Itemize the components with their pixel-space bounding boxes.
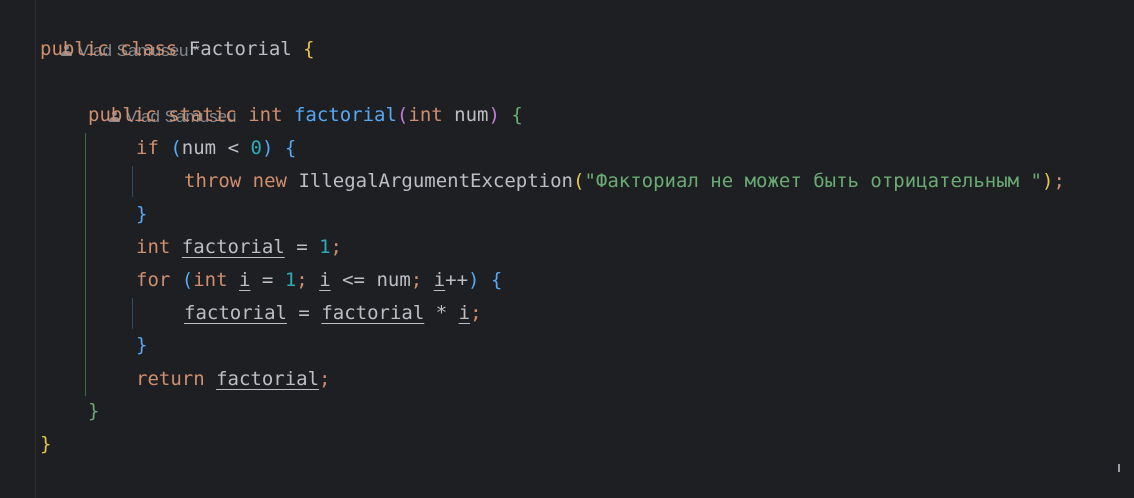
operator: =	[298, 302, 310, 324]
operator: <	[227, 137, 240, 159]
semicolon: ;	[296, 269, 308, 291]
paren: (	[572, 170, 585, 192]
code-line-2[interactable]: public static int factorial(int num) {	[88, 99, 523, 132]
code-line-6[interactable]: int factorial = 1;	[136, 231, 342, 264]
variable[interactable]: i	[319, 269, 330, 291]
operator: ++	[445, 269, 469, 291]
brace: {	[490, 269, 503, 291]
string-literal: "Факториал не может быть отрицательным "	[584, 170, 1042, 192]
operator: *	[435, 302, 448, 324]
number-literal: 1	[284, 269, 297, 291]
keyword: int	[193, 269, 228, 291]
keyword: static	[168, 104, 237, 126]
code-line-11[interactable]: }	[88, 395, 99, 428]
author-inlay-class[interactable]: Vlad Samuseu *	[42, 1, 200, 60]
operator: =	[261, 269, 274, 291]
code-line-5[interactable]: }	[136, 198, 147, 231]
semicolon: ;	[410, 269, 423, 291]
paren: (	[181, 269, 194, 291]
code-line-10[interactable]: return factorial;	[136, 363, 331, 396]
operator: <=	[342, 269, 365, 291]
keyword: new	[252, 170, 287, 192]
variable[interactable]: i	[239, 269, 250, 291]
brace: }	[136, 203, 148, 225]
code-line-9[interactable]: }	[136, 329, 147, 362]
paren: (	[396, 104, 409, 126]
semicolon: ;	[319, 368, 331, 390]
indent-guide	[132, 166, 133, 197]
parameter[interactable]: num	[376, 269, 410, 291]
operator: =	[296, 236, 308, 258]
code-line-3[interactable]: if (num < 0) {	[136, 132, 296, 165]
code-line-8[interactable]: factorial = factorial * i;	[184, 297, 482, 330]
semicolon: ;	[1053, 170, 1065, 192]
scrollbar-marker[interactable]	[1118, 464, 1120, 472]
semicolon: ;	[470, 302, 482, 324]
code-line-4[interactable]: throw new IllegalArgumentException("Факт…	[184, 165, 1065, 198]
keyword: public	[40, 38, 109, 60]
code-editor[interactable]: Vlad Samuseu * public class Factorial { …	[0, 0, 1134, 498]
keyword: int	[136, 236, 171, 258]
class-reference[interactable]: IllegalArgumentException	[298, 170, 573, 192]
paren: )	[488, 104, 500, 126]
class-name[interactable]: Factorial	[189, 38, 292, 60]
indent-guide	[132, 298, 133, 329]
paren: (	[170, 137, 182, 159]
brace: {	[303, 38, 315, 60]
gutter-divider	[35, 0, 36, 498]
brace: {	[284, 137, 297, 159]
keyword: public	[88, 104, 157, 126]
code-line-7[interactable]: for (int i = 1; i <= num; i++) {	[136, 264, 502, 297]
paren: )	[468, 269, 480, 291]
code-line-12[interactable]: }	[40, 428, 51, 461]
indent-guide	[85, 133, 86, 396]
keyword: throw	[184, 170, 242, 192]
keyword: for	[136, 269, 171, 291]
paren: )	[261, 137, 274, 159]
keyword: int	[408, 104, 443, 126]
variable[interactable]: num	[182, 137, 216, 159]
parameter[interactable]: num	[454, 104, 488, 126]
keyword: int	[248, 104, 283, 126]
brace: {	[511, 104, 523, 126]
paren: )	[1042, 170, 1054, 192]
number-literal: 0	[250, 137, 262, 159]
variable[interactable]: factorial	[182, 236, 285, 258]
brace: }	[136, 334, 148, 356]
variable[interactable]: i	[459, 302, 470, 324]
semicolon: ;	[330, 236, 342, 258]
keyword: class	[120, 38, 178, 60]
variable[interactable]: factorial	[216, 368, 319, 390]
method-name[interactable]: factorial	[294, 104, 397, 126]
author-inlay-method[interactable]: Vlad Samuseu	[90, 67, 236, 126]
variable[interactable]: factorial	[321, 302, 424, 324]
brace: }	[88, 400, 100, 422]
keyword: if	[136, 137, 159, 159]
variable[interactable]: factorial	[184, 302, 287, 324]
code-line-1[interactable]: public class Factorial {	[40, 33, 315, 66]
keyword: return	[136, 368, 205, 390]
number-literal: 1	[319, 236, 331, 258]
variable[interactable]: i	[434, 269, 445, 291]
brace: }	[40, 433, 52, 455]
